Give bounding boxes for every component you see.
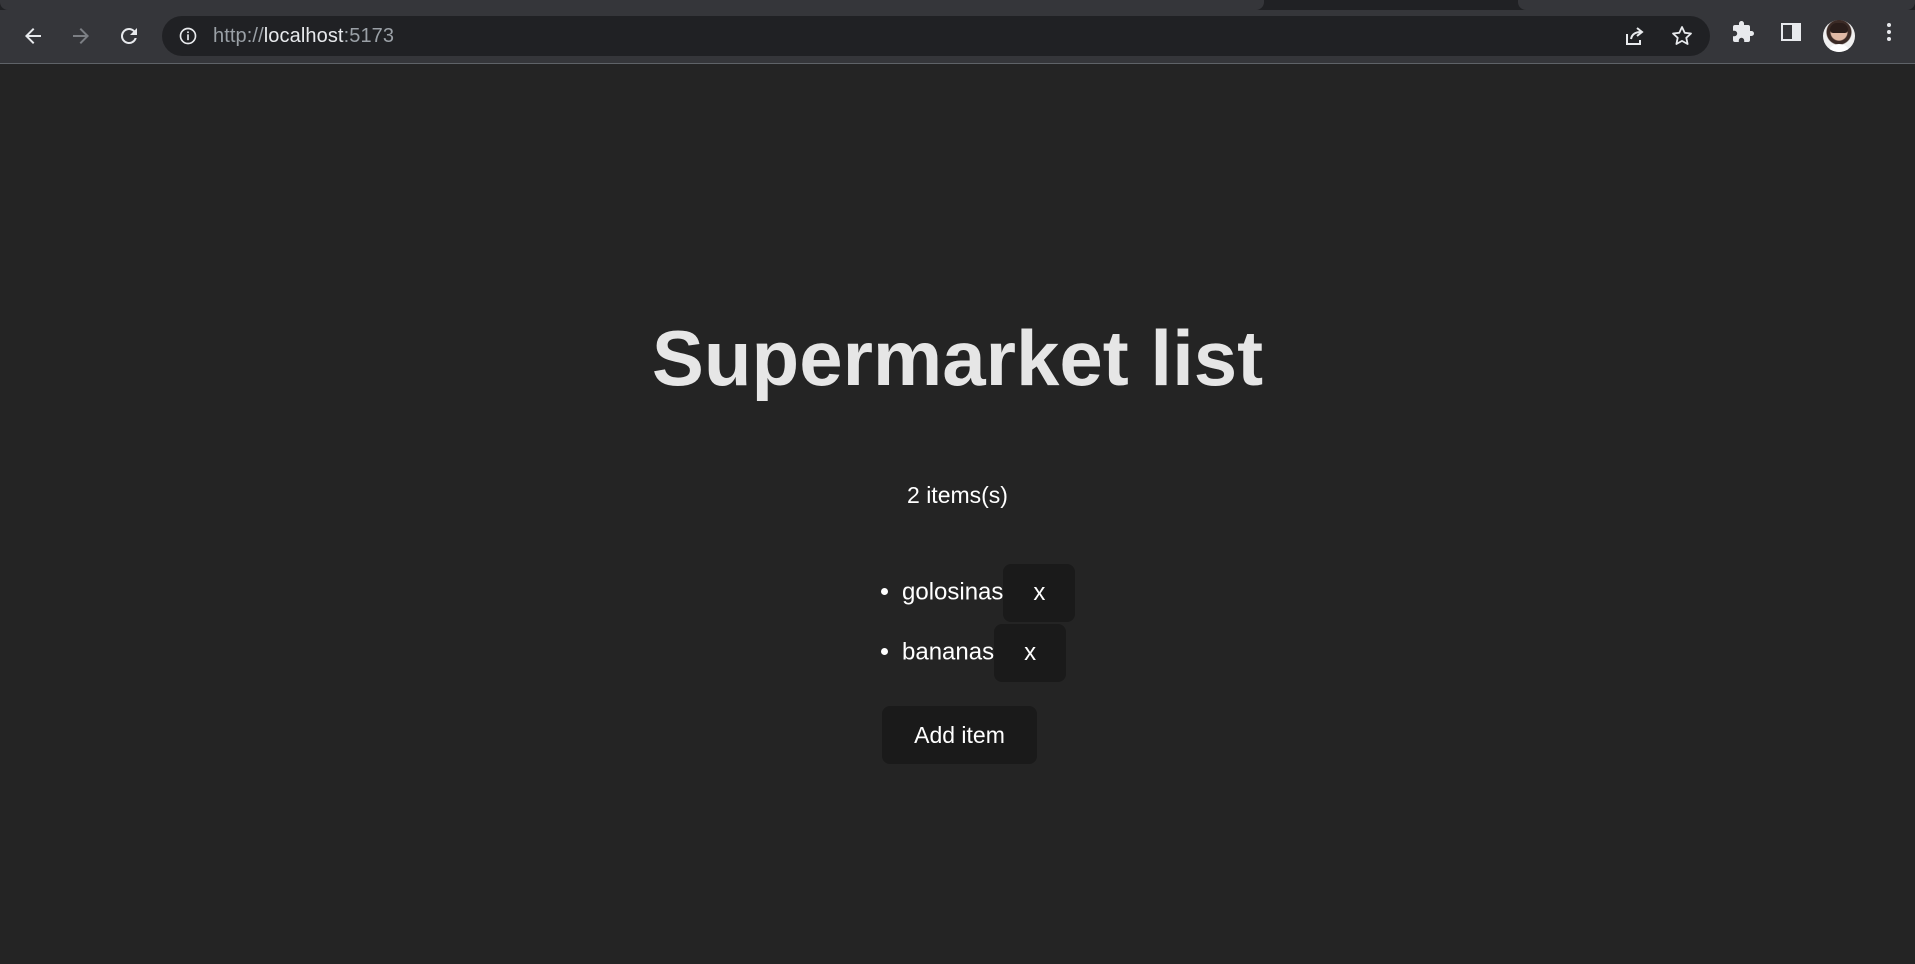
share-icon[interactable] [1622, 24, 1646, 48]
page-content: Supermarket list 2 items(s) golosinasx b… [0, 64, 1915, 964]
item-label: golosinas [902, 578, 1004, 606]
active-tab-edge[interactable] [0, 0, 1264, 10]
list-item: bananasx [902, 622, 1075, 682]
extensions-puzzle-icon[interactable] [1731, 20, 1755, 44]
list-item: golosinasx [902, 562, 1076, 622]
browser-toolbar: http://localhost:5173 [0, 0, 1915, 64]
item-count: 2 items(s) [907, 482, 1008, 508]
arrow-right-icon [73, 28, 89, 44]
reload-icon [120, 27, 137, 44]
url-port: :5173 [343, 25, 395, 47]
url-host: localhost [263, 25, 344, 47]
tab-strip [0, 0, 1915, 10]
inactive-tab-edge[interactable] [1518, 0, 1915, 10]
info-icon[interactable] [178, 26, 198, 46]
item-label: bananas [902, 638, 995, 666]
bookmark-star-icon[interactable] [1670, 24, 1694, 48]
more-vertical-icon[interactable] [1877, 20, 1901, 44]
item-list: golosinasx bananasx [880, 562, 1076, 682]
url-scheme: http:// [213, 25, 264, 47]
remove-item-button[interactable]: x [994, 623, 1067, 682]
remove-item-button[interactable]: x [1003, 563, 1076, 622]
address-bar[interactable]: http://localhost:5173 [162, 16, 1710, 56]
url-text[interactable]: http://localhost:5173 [213, 16, 394, 56]
back-button[interactable] [13, 16, 53, 56]
page-title: Supermarket list [651, 314, 1264, 402]
add-item-button[interactable]: Add item [882, 706, 1037, 764]
profile-avatar[interactable] [1823, 20, 1855, 52]
forward-button[interactable] [61, 16, 101, 56]
side-panel-icon[interactable] [1779, 20, 1803, 44]
reload-button[interactable] [109, 16, 149, 56]
arrow-left-icon [25, 28, 41, 44]
